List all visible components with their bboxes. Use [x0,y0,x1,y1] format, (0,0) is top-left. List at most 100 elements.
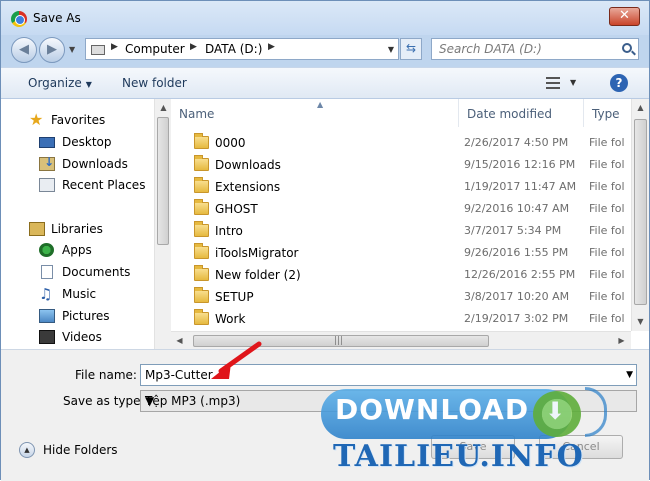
scroll-right-icon[interactable]: ▶ [613,332,630,349]
scroll-up-icon[interactable]: ▲ [155,99,172,116]
file-date: 2/19/2017 3:02 PM [464,312,569,325]
file-row[interactable]: Downloads 9/15/2016 12:16 PM File fol [171,154,631,176]
sidebar-item-label: Apps [62,243,92,257]
search-icon[interactable] [622,43,632,53]
column-header-label: Type [592,107,620,121]
sidebar-item-label: Videos [62,330,102,344]
sidebar-item-desktop[interactable]: Desktop [1,132,153,152]
folder-icon [194,309,209,325]
sidebar-scroll-thumb[interactable] [157,117,169,245]
sidebar-item-downloads[interactable]: Downloads [1,154,153,174]
new-folder-button[interactable]: New folder [122,76,187,90]
star-icon: ★ [29,110,44,129]
file-type: File fol [589,290,625,303]
chevron-down-icon[interactable]: ▼ [626,370,633,380]
file-type: File fol [589,180,625,193]
sidebar-item-label: Desktop [62,135,112,149]
folder-icon [194,199,209,215]
sidebar-item-music[interactable]: ♫ Music [1,284,153,304]
breadcrumb-separator-icon[interactable]: ▶ [190,42,197,52]
chevron-down-icon[interactable]: ▼ [145,394,633,408]
chevron-down-icon: ▼ [85,80,92,89]
folder-icon [194,243,209,259]
forward-button[interactable]: ▶ [39,37,65,63]
close-button[interactable]: ✕ [609,7,640,26]
file-row[interactable]: Extensions 1/19/2017 11:47 AM File fol [171,176,631,198]
scroll-left-icon[interactable]: ◀ [171,332,188,349]
navigation-pane: ★ Favorites Desktop Downloads Recent Pla… [1,99,171,349]
file-type: File fol [589,312,625,325]
help-icon[interactable]: ? [610,74,628,92]
file-row[interactable]: Work 2/19/2017 3:02 PM File fol [171,308,631,330]
address-bar[interactable]: ▶ Computer ▶ DATA (D:) ▶ ▼ [85,38,399,60]
file-name: iToolsMigrator [215,246,299,260]
file-row[interactable]: New folder (2) 12/26/2016 2:55 PM File f… [171,264,631,286]
file-row[interactable]: GHOST 9/2/2016 10:47 AM File fol [171,198,631,220]
file-list-vertical-scrollbar[interactable]: ▲ ▼ [631,99,649,331]
folder-icon [194,265,209,281]
scroll-up-icon[interactable]: ▲ [632,99,649,116]
save-as-type-select[interactable]: Tệp MP3 (.mp3) ▼ [140,390,637,412]
sidebar-item-pictures[interactable]: Pictures [1,306,153,326]
search-box[interactable] [431,38,639,60]
sidebar-item-favorites[interactable]: ★ Favorites [1,110,153,130]
file-row[interactable]: Intro 3/7/2017 5:34 PM File fol [171,220,631,242]
file-list-scroll-thumb[interactable] [634,119,647,305]
refresh-button[interactable]: ⇆ [400,38,422,60]
apps-icon [39,243,54,257]
sidebar-item-recent-places[interactable]: Recent Places [1,175,153,195]
column-header-name[interactable]: Name ▲ [171,99,459,127]
back-button[interactable]: ◀ [11,37,37,63]
breadcrumb-computer[interactable]: Computer [125,42,185,56]
sidebar-item-label: Libraries [51,222,103,236]
save-button[interactable]: Save [431,435,515,459]
recent-locations-dropdown-icon[interactable]: ▼ [69,45,75,54]
file-row[interactable]: 0000 2/26/2017 4:50 PM File fol [171,132,631,154]
computer-icon [91,45,105,55]
column-header-type[interactable]: Type [584,99,631,127]
file-name-input[interactable] [145,365,615,385]
file-row[interactable]: iToolsMigrator 9/26/2016 1:55 PM File fo… [171,242,631,264]
file-row[interactable]: SETUP 3/8/2017 10:20 AM File fol [171,286,631,308]
file-list: Name ▲ Date modified Type 0000 2/26/2017… [171,99,649,349]
sidebar-scrollbar[interactable]: ▲ [154,99,171,349]
search-input[interactable] [439,39,619,58]
sort-ascending-icon: ▲ [317,100,324,109]
column-header-date[interactable]: Date modified [459,99,584,127]
file-name: SETUP [215,290,254,304]
window-title: Save As [33,11,81,25]
file-name-label: File name: [75,368,137,382]
title-bar[interactable]: Save As ✕ [1,1,649,35]
file-date: 3/7/2017 5:34 PM [464,224,562,237]
downloads-icon [39,155,55,171]
collapse-icon: ▲ [19,442,35,458]
chrome-icon [11,11,27,27]
horizontal-scroll-thumb[interactable]: ||| [193,335,489,347]
navigation-bar: ◀ ▶ ▼ ▶ Computer ▶ DATA (D:) ▶ ▼ ⇆ [1,35,649,65]
file-name-field[interactable]: ▼ [140,364,637,386]
sidebar-item-label: Favorites [51,113,106,127]
sidebar-item-libraries[interactable]: Libraries [1,219,153,239]
view-dropdown-icon[interactable]: ▼ [570,78,576,87]
address-dropdown-icon[interactable]: ▼ [388,45,394,54]
file-list-horizontal-scrollbar[interactable]: ◀ ||| ▶ [171,331,631,349]
breadcrumb-data-drive[interactable]: DATA (D:) [205,42,262,56]
cancel-button[interactable]: Cancel [539,435,623,459]
sidebar-item-documents[interactable]: Documents [1,262,153,282]
file-name: New folder (2) [215,268,301,282]
save-form: File name: ▼ Save as type: Tệp MP3 (.mp3… [1,349,649,481]
sidebar-item-apps[interactable]: Apps [1,240,153,260]
scroll-down-icon[interactable]: ▼ [632,313,649,330]
sidebar-item-label: Recent Places [62,178,146,192]
music-icon: ♫ [39,285,53,303]
sidebar-item-label: Music [62,287,97,301]
breadcrumb-separator-icon[interactable]: ▶ [268,42,275,52]
recent-places-icon [39,178,55,192]
organize-button[interactable]: Organize ▼ [28,76,92,90]
organize-label: Organize [28,76,82,90]
breadcrumb-separator-icon[interactable]: ▶ [111,42,118,52]
sidebar-item-videos[interactable]: Videos [1,327,153,347]
view-options-icon[interactable] [546,77,560,89]
pictures-icon [39,309,55,323]
folder-icon [194,133,209,149]
